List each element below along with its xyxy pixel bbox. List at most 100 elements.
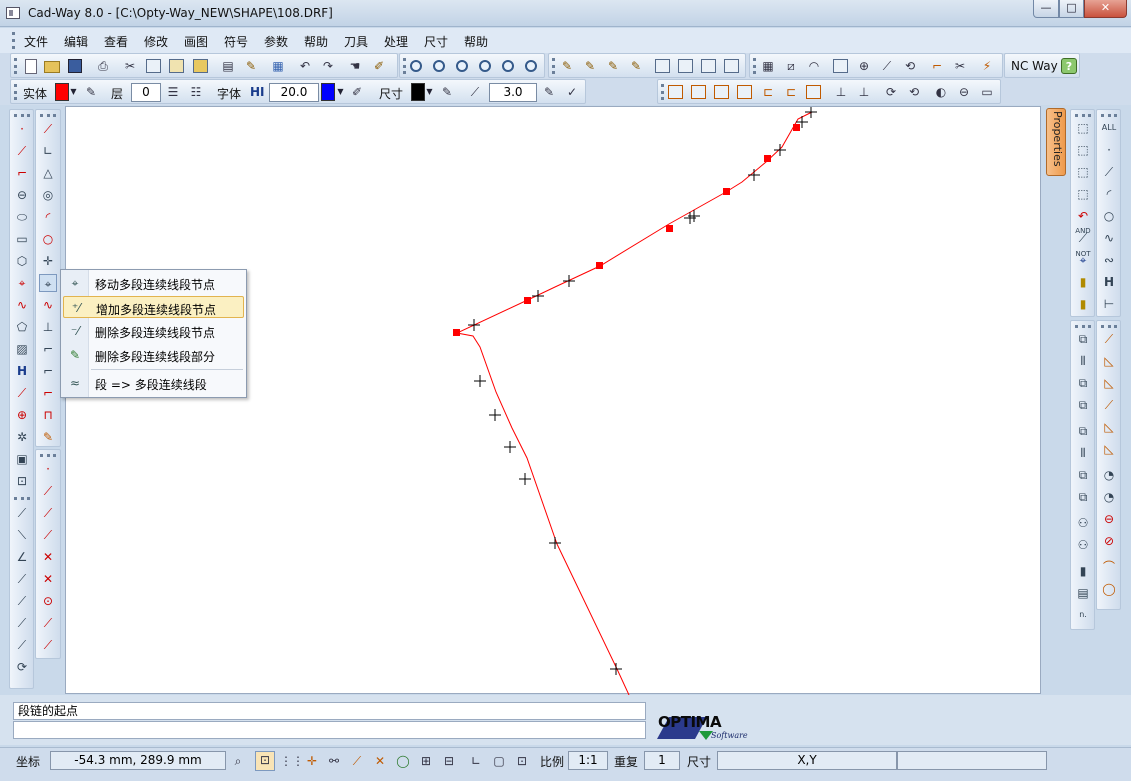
snap-nearest-icon[interactable]: ⟋	[39, 526, 57, 544]
dimension-apply-icon[interactable]: ✓	[564, 84, 580, 100]
perpendicular-line-icon[interactable]: ⟋	[13, 592, 31, 610]
dim-diameter-icon[interactable]: ◔	[1100, 488, 1118, 506]
copy-icon[interactable]	[146, 59, 161, 73]
menu-draw[interactable]: 画图	[184, 33, 208, 50]
snap-cross-icon[interactable]: ✕	[39, 570, 57, 588]
snap-corner-icon[interactable]: ⌐	[929, 58, 945, 74]
shape-8-icon[interactable]: ⊥	[833, 84, 849, 100]
dimension-arrow-icon[interactable]: ⟋	[467, 84, 483, 100]
zoom-window-icon[interactable]	[410, 60, 422, 72]
shape-4-icon[interactable]	[737, 85, 752, 99]
polyline-icon[interactable]: ⌐	[13, 164, 31, 182]
line-icon[interactable]: ⟋	[13, 142, 31, 160]
dim-continue-icon[interactable]: ◺	[1100, 440, 1118, 458]
dim-linear-icon[interactable]: ⟋	[1100, 330, 1118, 348]
perpendicular-icon[interactable]: ⊥	[39, 318, 57, 336]
select-bars-icon[interactable]: ▮	[1074, 273, 1092, 291]
snap-diagonal-icon[interactable]: ⧄	[783, 58, 799, 74]
maximize-button[interactable]: □	[1059, 0, 1084, 18]
select-undo-icon[interactable]: ↶	[1074, 207, 1092, 225]
select-poly-icon[interactable]: ⬚	[1074, 185, 1092, 203]
dim-arc-icon[interactable]: ⊘	[1100, 532, 1118, 550]
dim-loop-icon[interactable]: ◯	[1100, 580, 1118, 598]
polyline-node-tool-icon[interactable]: ⌖	[39, 274, 57, 292]
block-icon[interactable]: ▣	[13, 450, 31, 468]
menu-view[interactable]: 查看	[104, 33, 128, 50]
brush-icon[interactable]: ✎	[243, 58, 259, 74]
minimize-button[interactable]: —	[1033, 0, 1059, 18]
menu-delete-polyline-part[interactable]: ✎ 删除多段连续线段部分	[63, 344, 244, 366]
select-window-icon[interactable]: ⬚	[1074, 163, 1092, 181]
grid-toggle-icon[interactable]: ⋮⋮	[280, 753, 304, 769]
entity-color-dropdown[interactable]: ▼	[69, 83, 78, 101]
node-marker[interactable]	[764, 155, 771, 162]
shape-9-icon[interactable]: ⊥	[856, 84, 872, 100]
circle-tool-icon[interactable]: ⊖	[13, 186, 31, 204]
edit-pen-icon[interactable]: ✐	[371, 58, 387, 74]
menu-file[interactable]: 文件	[24, 33, 48, 50]
grid-icon[interactable]: ▦	[270, 58, 286, 74]
node-marker[interactable]	[793, 124, 800, 131]
shape-6-icon[interactable]: ⊏	[783, 84, 799, 100]
node-marker[interactable]	[666, 225, 673, 232]
scale-copy-icon[interactable]: ⧉	[1074, 396, 1092, 414]
measure-icon[interactable]: ⟋	[13, 384, 31, 402]
open-folder-icon[interactable]	[44, 61, 60, 73]
zoom-out-icon[interactable]	[433, 60, 445, 72]
circle-center-icon[interactable]: ◎	[39, 186, 57, 204]
triangle-icon[interactable]: △	[39, 164, 57, 182]
snap-tangent-icon[interactable]: ⟋	[39, 614, 57, 632]
snap-center-point-icon[interactable]: ⊙	[39, 592, 57, 610]
shape-10-icon[interactable]: ⟳	[883, 84, 899, 100]
snap-arc-icon[interactable]: ◠	[806, 58, 822, 74]
snap-perp-icon[interactable]: ⟋	[39, 636, 57, 654]
node-edit-icon[interactable]: ⌖	[13, 274, 31, 292]
filter-dimension-icon[interactable]: ⊢	[1100, 295, 1118, 313]
circle-toggle-icon[interactable]: ◯	[395, 753, 411, 769]
print-preview-icon[interactable]: ▤	[220, 58, 236, 74]
snap-line-icon[interactable]: ⟋	[879, 58, 895, 74]
dim-oblique-icon[interactable]: ⟋	[1100, 396, 1118, 414]
save-icon[interactable]	[68, 59, 82, 73]
dim-leader-icon[interactable]: ⌒	[1100, 558, 1118, 576]
shape-7-icon[interactable]	[806, 85, 821, 99]
filter-arc-icon[interactable]: ◜	[1100, 185, 1118, 203]
dim-baseline-icon[interactable]: ◺	[1100, 418, 1118, 436]
circle-icon[interactable]: ○	[39, 230, 57, 248]
polyline-tool-2-icon[interactable]: ∿	[39, 296, 57, 314]
rotate-copy-icon[interactable]: ⧉	[1074, 374, 1092, 392]
display-icon[interactable]: ▭	[979, 84, 995, 100]
intersect-toggle-icon[interactable]: ✕	[372, 753, 388, 769]
chamfer-icon[interactable]: ⌐	[39, 362, 57, 380]
scale-value[interactable]: 1:1	[568, 751, 608, 770]
filter-curve-icon[interactable]: ∾	[1100, 251, 1118, 269]
check-box-1-icon[interactable]	[655, 59, 670, 73]
corner-icon[interactable]: ⌐	[39, 340, 57, 358]
snap-cut-icon[interactable]: ⚡	[979, 58, 995, 74]
dimension-color-dropdown[interactable]: ▼	[425, 83, 434, 101]
array-icon[interactable]: ⧉	[1074, 422, 1092, 440]
insert-block-icon[interactable]: ⊡	[13, 472, 31, 490]
snap-rotate-icon[interactable]: ⟲	[902, 58, 918, 74]
and-label[interactable]: AND	[1073, 227, 1093, 235]
dimension-edit-icon[interactable]: ✎	[541, 84, 557, 100]
entity-color-swatch[interactable]	[55, 83, 69, 101]
node-marker[interactable]	[596, 262, 603, 269]
measure-pen-4-icon[interactable]: ✎	[628, 58, 644, 74]
menu-modify[interactable]: 修改	[144, 33, 168, 50]
dim-circle-icon[interactable]: ⊖	[1100, 510, 1118, 528]
red-polyline[interactable]	[455, 111, 813, 695]
check-box-2-icon[interactable]	[678, 59, 693, 73]
ellipse-icon[interactable]: ⬭	[13, 208, 31, 226]
point-icon[interactable]: ·	[13, 120, 31, 138]
menu-tools[interactable]: 刀具	[344, 33, 368, 50]
polygon-icon[interactable]: ⬡	[13, 252, 31, 270]
group-icon[interactable]: ⚇	[1074, 514, 1092, 532]
snap-center-icon[interactable]: ⊕	[856, 58, 872, 74]
zoom-extents-icon[interactable]	[525, 60, 537, 72]
filter-all-button[interactable]: ALL	[1100, 119, 1118, 137]
lock-toggle-icon[interactable]: ⊡	[514, 753, 530, 769]
font-color-swatch[interactable]	[321, 83, 335, 101]
filter-spline-icon[interactable]: ∿	[1100, 229, 1118, 247]
array-mirror-icon[interactable]: ⫴	[1074, 444, 1092, 462]
